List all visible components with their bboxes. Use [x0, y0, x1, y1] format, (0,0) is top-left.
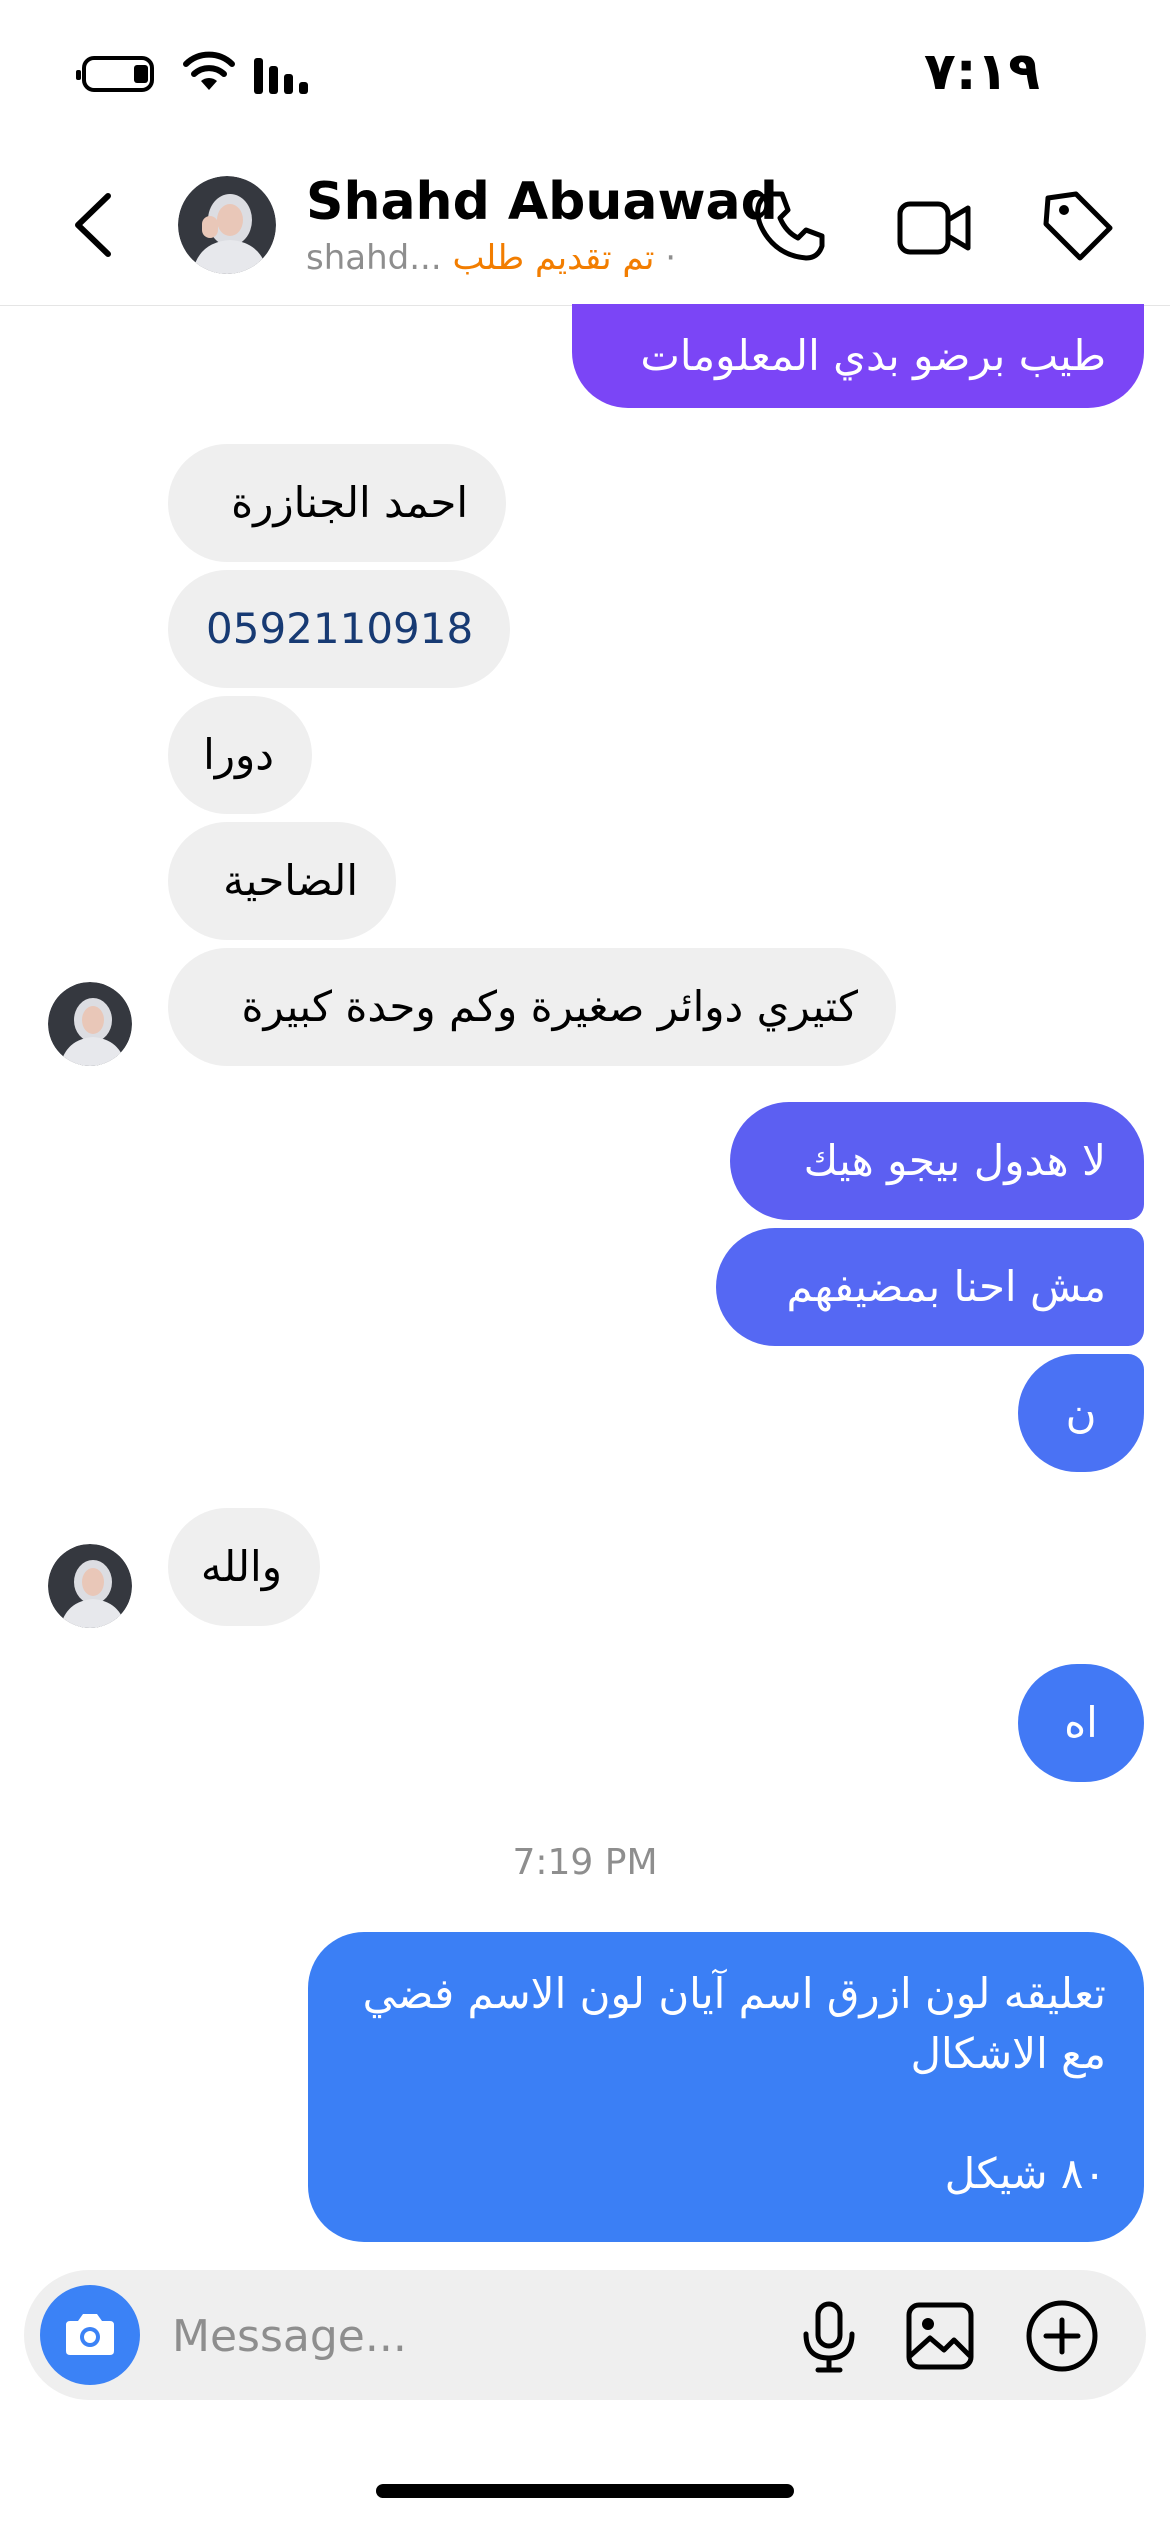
request-status: تم تقديم طلب — [452, 238, 655, 278]
phone-icon[interactable] — [752, 188, 828, 264]
message-timestamp: 7:19 PM — [512, 1842, 658, 1883]
message-bubble-phone-link[interactable]: 0592110918 — [168, 570, 510, 688]
message-bubble-outgoing-multiline[interactable]: تعليقه لون ازرق اسم آيان لون الاسم فضي م… — [308, 1932, 1144, 2242]
status-bar: ٧:١٩ — [0, 0, 1170, 150]
camera-button[interactable] — [40, 2285, 140, 2385]
message-bubble-outgoing[interactable]: لا هدول بيجو هيك — [730, 1102, 1144, 1220]
message-bubble-incoming[interactable]: كتيري دوائر صغيرة وكم وحدة كبيرة — [168, 948, 896, 1066]
message-bubble-outgoing[interactable]: طيب برضو بدي المعلومات — [572, 304, 1144, 408]
message-line: مع الاشكال — [910, 2029, 1106, 2078]
message-bubble-outgoing[interactable]: مش احنا بمضيفهم — [716, 1228, 1144, 1346]
message-bubble-outgoing[interactable]: اه — [1018, 1664, 1144, 1782]
message-line: تعليقه لون ازرق اسم آيان لون الاسم فضي — [362, 1969, 1106, 2018]
sender-avatar[interactable] — [48, 1544, 132, 1628]
home-indicator[interactable] — [376, 2484, 794, 2498]
message-bubble-outgoing[interactable]: ن — [1018, 1354, 1144, 1472]
sender-avatar[interactable] — [48, 982, 132, 1066]
back-chevron-icon[interactable] — [68, 190, 118, 260]
message-bubble-incoming[interactable]: الضاحية — [168, 822, 396, 940]
status-time: ٧:١٩ — [923, 42, 1040, 102]
message-composer — [24, 2270, 1146, 2400]
contact-name[interactable]: Shahd Abuawad — [306, 172, 778, 232]
contact-avatar[interactable] — [178, 176, 276, 274]
plus-icon[interactable] — [1024, 2298, 1100, 2374]
microphone-icon[interactable] — [794, 2300, 864, 2376]
contact-subtitle: shahd... تم تقديم طلب · — [306, 238, 676, 278]
message-line: ٨٠ شيكل — [944, 2149, 1106, 2198]
message-bubble-incoming[interactable]: والله — [168, 1508, 320, 1626]
subtitle-separator: · — [665, 238, 677, 278]
cellular-signal-icon — [254, 58, 308, 94]
contact-username: shahd... — [306, 238, 442, 278]
wifi-icon — [183, 51, 235, 90]
message-bubble-incoming[interactable]: احمد الجنازرة — [168, 444, 506, 562]
message-bubble-incoming[interactable]: دورا — [168, 696, 312, 814]
message-input[interactable] — [170, 2300, 774, 2372]
video-icon[interactable] — [896, 190, 974, 266]
image-icon[interactable] — [904, 2300, 976, 2372]
tag-icon[interactable] — [1040, 188, 1116, 264]
camera-icon — [66, 2314, 114, 2355]
battery-icon — [76, 56, 154, 92]
chat-header: Shahd Abuawad shahd... تم تقديم طلب · — [0, 150, 1170, 306]
